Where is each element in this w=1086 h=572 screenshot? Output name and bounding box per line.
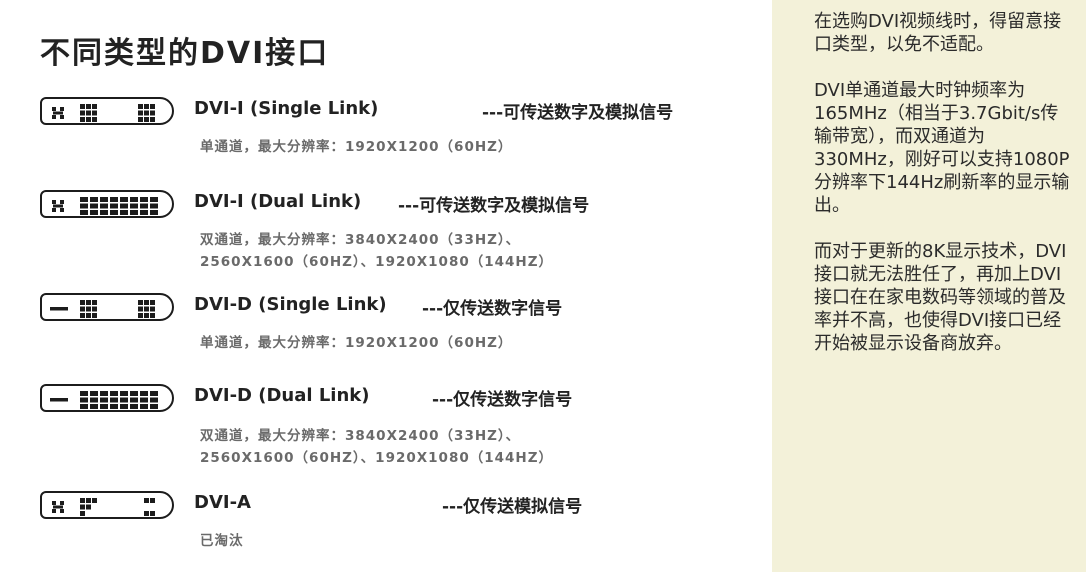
- sidebar-paragraph: 在选购DVI视频线时，得留意接口类型，以免不适配。: [814, 11, 1062, 55]
- connector-name: DVI-D (Dual Link): [194, 385, 370, 406]
- sidebar-paragraph: 而对于更新的8K显示技术，DVI接口就无法胜任了，再加上DVI接口在在家电数码等…: [814, 241, 1067, 354]
- connector-name: DVI-D (Single Link): [194, 294, 387, 315]
- sidebar-text-panel: 在选购DVI视频线时，得留意接口类型，以免不适配。 DVI单通道最大时钟频率为1…: [772, 0, 1086, 572]
- connector-desc: ---可传送数字及模拟信号: [482, 103, 674, 123]
- sidebar-paragraph: DVI单通道最大时钟频率为165MHz（相当于3.7Gbit/s传输带宽），而双…: [814, 80, 1070, 216]
- connector-spec: 双通道，最大分辨率：3840X2400（33HZ）、: [200, 232, 521, 248]
- connector-spec: 已淘汰: [200, 533, 244, 549]
- dvi-d-single-link-connector-icon: [40, 293, 174, 321]
- dvi-d-dual-link-connector-icon: [40, 384, 174, 412]
- connector-desc: ---可传送数字及模拟信号: [398, 196, 590, 216]
- dvi-a-connector-icon: [40, 491, 174, 519]
- dvi-i-single-link-connector-icon: [40, 97, 174, 125]
- connector-name: DVI-I (Dual Link): [194, 191, 362, 212]
- connector-desc: ---仅传送模拟信号: [442, 497, 583, 517]
- connector-desc: ---仅传送数字信号: [432, 390, 573, 410]
- connector-spec: 2560X1600（60HZ）、1920X1080（144HZ）: [200, 450, 554, 466]
- diagram-panel: 不同类型的DVI接口 DVI-I (Single Link) ---可传送数字及…: [0, 0, 770, 572]
- connector-name: DVI-I (Single Link): [194, 98, 379, 119]
- connector-spec: 双通道，最大分辨率：3840X2400（33HZ）、: [200, 428, 521, 444]
- connector-spec: 单通道，最大分辨率：1920X1200（60HZ）: [200, 139, 513, 155]
- connector-name: DVI-A: [194, 492, 251, 513]
- connector-spec: 2560X1600（60HZ）、1920X1080（144HZ）: [200, 254, 554, 270]
- page-title: 不同类型的DVI接口: [40, 36, 330, 71]
- connector-desc: ---仅传送数字信号: [422, 299, 563, 319]
- dvi-i-dual-link-connector-icon: [40, 190, 174, 218]
- connector-spec: 单通道，最大分辨率：1920X1200（60HZ）: [200, 335, 513, 351]
